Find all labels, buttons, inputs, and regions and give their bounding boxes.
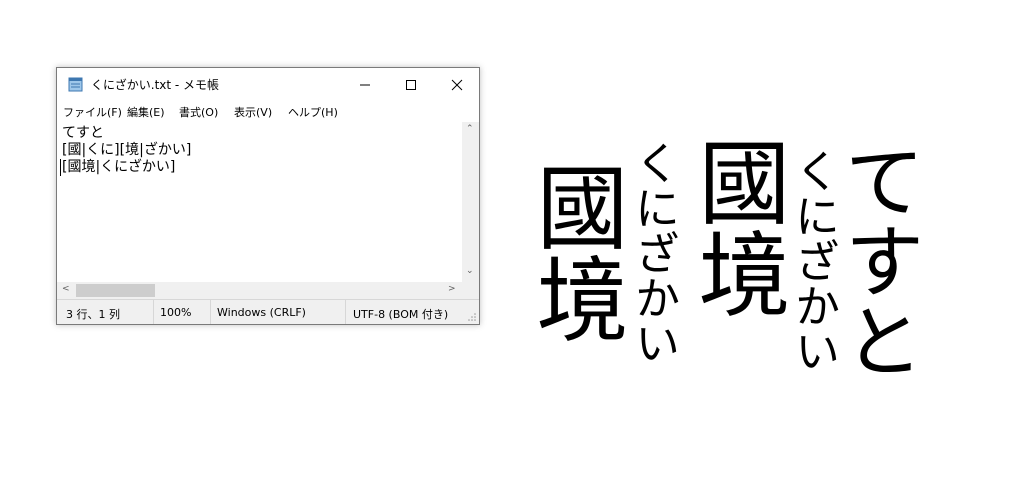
status-divider bbox=[153, 300, 154, 324]
scroll-down-icon[interactable]: ⌄ bbox=[466, 266, 474, 276]
menu-view[interactable]: 表示(V) bbox=[234, 104, 272, 120]
scroll-right-icon[interactable]: > bbox=[448, 284, 456, 294]
maximize-icon bbox=[406, 79, 416, 90]
maximize-button[interactable] bbox=[388, 68, 434, 101]
vertical-base-text: 國境 bbox=[521, 160, 628, 344]
ruby-annotation: くにざかい bbox=[627, 140, 680, 365]
resize-grip-icon[interactable] bbox=[467, 312, 477, 322]
status-line-ending: Windows (CRLF) bbox=[217, 306, 306, 319]
scroll-up-icon[interactable]: ⌃ bbox=[466, 124, 474, 134]
close-icon bbox=[451, 79, 463, 90]
menu-format[interactable]: 書式(O) bbox=[179, 104, 218, 120]
scrollbar-corner bbox=[462, 282, 479, 299]
editor-line: [國境|くにざかい] bbox=[62, 159, 176, 175]
editor-line: [國|くに][境|ざかい] bbox=[62, 142, 192, 158]
status-cursor-position: 3 行、1 列 bbox=[66, 308, 120, 321]
scroll-thumb[interactable] bbox=[76, 284, 155, 297]
scroll-left-icon[interactable]: < bbox=[62, 284, 70, 294]
menu-bar: ファイル(F) 編集(E) 書式(O) 表示(V) ヘルプ(H) bbox=[57, 101, 479, 121]
window-title: くにざかい.txt - メモ帳 bbox=[91, 78, 220, 92]
title-bar[interactable]: くにざかい.txt - メモ帳 bbox=[57, 68, 479, 101]
menu-help[interactable]: ヘルプ(H) bbox=[288, 104, 338, 120]
status-bar: 3 行、1 列 100% Windows (CRLF) UTF-8 (BOM 付… bbox=[57, 299, 479, 324]
vertical-base-text: 國境 bbox=[683, 135, 790, 319]
menu-edit[interactable]: 編集(E) bbox=[127, 104, 165, 120]
notepad-icon bbox=[68, 77, 83, 92]
text-caret bbox=[60, 159, 61, 176]
status-divider bbox=[210, 300, 211, 324]
notepad-window: くにざかい.txt - メモ帳 ファイル(F) 編集(E) 書式(O) 表示(V… bbox=[56, 67, 480, 325]
status-zoom: 100% bbox=[160, 306, 192, 319]
close-button[interactable] bbox=[434, 68, 480, 101]
text-editor[interactable]: てすと [國|くに][境|ざかい] [國境|くにざかい] bbox=[57, 122, 462, 282]
horizontal-scrollbar[interactable]: < > bbox=[57, 282, 462, 299]
vertical-scrollbar[interactable]: ⌃ ⌄ bbox=[462, 122, 479, 282]
editor-line: てすと bbox=[62, 125, 104, 141]
ruby-annotation: くにざかい bbox=[787, 148, 840, 373]
minimize-icon bbox=[360, 84, 370, 85]
vertical-text-column: てすと bbox=[832, 140, 925, 380]
minimize-button[interactable] bbox=[342, 68, 388, 101]
status-encoding: UTF-8 (BOM 付き) bbox=[353, 308, 449, 321]
menu-file[interactable]: ファイル(F) bbox=[63, 104, 122, 120]
status-divider bbox=[345, 300, 346, 324]
